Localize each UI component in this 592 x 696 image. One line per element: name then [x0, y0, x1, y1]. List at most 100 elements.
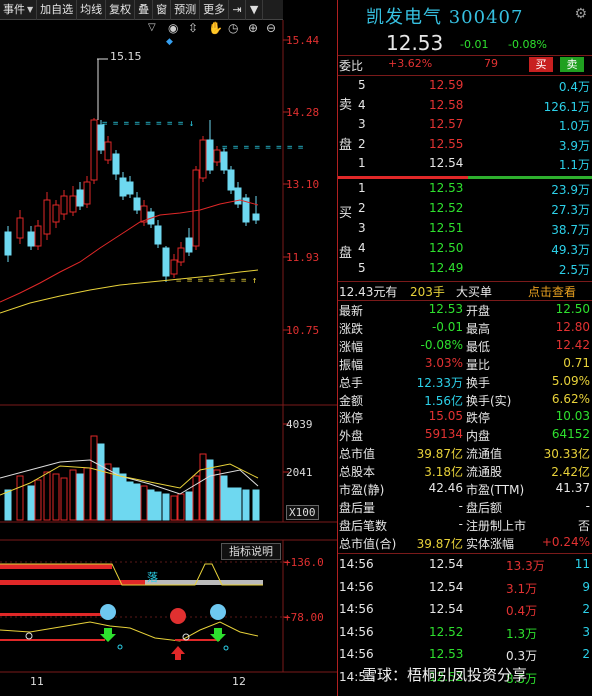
- tick-time: 14:56: [339, 624, 374, 639]
- price-axis-label: 13.10: [286, 178, 320, 191]
- indicator-help-button[interactable]: 指标说明: [221, 543, 281, 560]
- stat-row[interactable]: 盘后笔数 - 注册制上市 否: [338, 517, 592, 534]
- eye-icon[interactable]: ◉: [168, 21, 178, 35]
- sell-order-row[interactable]: 2 12.55 3.9万: [338, 137, 592, 154]
- tick-row[interactable]: 14:56 12.54 13.3万 11: [338, 557, 592, 574]
- chart-toolbar: 事件 ▼ 加自选 均线 复权 叠 窗 预测 更多 ⇥ ▼: [0, 0, 283, 20]
- volume-bar: [133, 483, 141, 521]
- volume-bar: [242, 489, 250, 521]
- stat-label: 跌停: [466, 411, 491, 426]
- big-order-text: 大买单: [456, 285, 493, 299]
- sell-button[interactable]: 卖: [560, 57, 584, 72]
- stat-label: 涨幅: [339, 339, 364, 354]
- price-change-pct: -0.08%: [508, 38, 547, 51]
- stat-row[interactable]: 总市值 39.87亿 流通值 30.33亿: [338, 445, 592, 462]
- sell-order-row[interactable]: 1 12.54 1.1万: [338, 156, 592, 173]
- tick-row[interactable]: 14:56 12.52 1.3万 3: [338, 625, 592, 642]
- order-level: 2: [358, 201, 366, 215]
- toolbar-overlay[interactable]: 叠: [135, 0, 154, 20]
- gear-icon[interactable]: ⚙: [574, 6, 587, 22]
- drag-icon[interactable]: ⇳: [188, 21, 198, 35]
- stat-row[interactable]: 外盘 59134 内盘 64152: [338, 427, 592, 444]
- stat-label: 最低: [466, 339, 491, 354]
- volume-bar: [147, 489, 155, 521]
- order-volume: 38.7万: [551, 223, 590, 237]
- candle-body: [177, 247, 185, 263]
- stat-row[interactable]: 振幅 3.03% 量比 0.71: [338, 356, 592, 373]
- toolbar-ma[interactable]: 均线: [77, 0, 107, 20]
- big-order-price: 12.43元有: [339, 285, 398, 299]
- toolbar-forecast[interactable]: 预测: [171, 0, 201, 20]
- stat-row[interactable]: 涨停 15.05 跌停 10.03: [338, 409, 592, 426]
- volume-bar: [97, 443, 105, 521]
- stat-value: -: [585, 498, 590, 513]
- plus-icon[interactable]: ⊕: [248, 21, 258, 35]
- hand-icon[interactable]: ✋: [208, 21, 223, 35]
- tick-volume: 13.3万: [506, 559, 545, 573]
- big-order-link[interactable]: 点击查看: [528, 283, 576, 300]
- toolbar-window[interactable]: 窗: [153, 0, 172, 20]
- svg-text:= = = = = = = =: = = = = = = = =: [222, 143, 304, 153]
- high-price-annotation: 15.15: [110, 50, 142, 63]
- tick-row[interactable]: 14:56 12.54 3.1万 9: [338, 580, 592, 597]
- stat-value: 6.62%: [551, 391, 590, 406]
- volume-axis-label: 4039: [286, 418, 313, 431]
- toolbar-rights[interactable]: 复权: [106, 0, 136, 20]
- stat-row[interactable]: 金额 1.56亿 换手(实) 6.62%: [338, 392, 592, 409]
- candle-body: [119, 177, 127, 197]
- minus-icon[interactable]: ⊖: [266, 21, 276, 35]
- stat-row[interactable]: 最新 12.53 开盘 12.50: [338, 302, 592, 319]
- order-volume: 126.1万: [543, 99, 590, 114]
- bubble-red-icon: [170, 608, 186, 624]
- buy-order-row[interactable]: 4 12.50 49.3万: [338, 241, 592, 258]
- volume-unit-button[interactable]: X100: [286, 505, 319, 520]
- volume-bar: [154, 491, 162, 521]
- order-volume: 3.9万: [558, 138, 590, 153]
- stat-label: 总手: [339, 375, 364, 390]
- stat-value: 12.50: [555, 302, 590, 316]
- sell-order-row[interactable]: 3 12.57 1.0万: [338, 117, 592, 134]
- price-row: 12.53 -0.01 -0.08%: [338, 30, 592, 56]
- stat-row[interactable]: 市盈(静) 42.46 市盈(TTM) 41.37: [338, 481, 592, 498]
- volume-bar: [76, 473, 84, 521]
- kline-chart-area[interactable]: = = = = = = = = ↓ = = = = = = = = = = = …: [0, 0, 337, 696]
- buy-order-row[interactable]: 5 12.49 2.5万: [338, 261, 592, 278]
- indicator-axis-label: +78.00: [284, 611, 324, 624]
- sell-order-row[interactable]: 5 12.59 0.4万: [338, 78, 592, 95]
- exit-icon[interactable]: ⇥: [229, 0, 247, 20]
- dropdown-icon[interactable]: ▼: [246, 0, 264, 20]
- buy-order-row[interactable]: 3 12.51 38.7万: [338, 221, 592, 238]
- buy-order-row[interactable]: 2 12.52 27.3万: [338, 201, 592, 218]
- stat-row[interactable]: 总股本 3.18亿 流通股 2.42亿: [338, 463, 592, 480]
- stat-row[interactable]: 总市值(合) 39.87亿 实体涨幅 +0.24%: [338, 535, 592, 552]
- buy-button[interactable]: 买: [529, 57, 553, 72]
- toolbar-more[interactable]: 更多: [200, 0, 230, 20]
- tick-row[interactable]: 14:56 12.53 0.3万 2: [338, 647, 592, 664]
- stat-row[interactable]: 盘后量 - 盘后额 -: [338, 499, 592, 516]
- stat-label: 换手(实): [466, 393, 512, 408]
- clock-icon[interactable]: ◷: [228, 21, 238, 35]
- stat-value: 41.37: [555, 481, 590, 495]
- tick-count: 11: [574, 557, 590, 571]
- candle-body: [199, 139, 207, 179]
- up-arrow-icon: [171, 646, 185, 660]
- stat-row[interactable]: 总手 12.33万 换手 5.09%: [338, 374, 592, 391]
- candle-body: [52, 204, 60, 223]
- tick-row[interactable]: 14:56 12.54 0.4万 2: [338, 602, 592, 619]
- chevron-down-icon[interactable]: ▽: [148, 22, 156, 33]
- price-axis-label: 11.93: [286, 251, 320, 264]
- toolbar-event[interactable]: 事件 ▼: [0, 0, 38, 20]
- order-volume: 27.3万: [551, 203, 590, 217]
- stat-row[interactable]: 涨跌 -0.01 最高 12.80: [338, 320, 592, 337]
- tick-count: 2: [582, 602, 590, 616]
- stat-row[interactable]: 涨幅 -0.08% 最低 12.42: [338, 338, 592, 355]
- stat-label: 流通值: [466, 447, 503, 462]
- order-price: 12.53: [429, 181, 464, 195]
- stat-label: 盘后笔数: [339, 518, 388, 533]
- buy-order-row[interactable]: 1 12.53 23.9万: [338, 181, 592, 198]
- order-price: 12.55: [429, 136, 464, 151]
- order-price: 12.54: [429, 156, 464, 170]
- toolbar-add-favorite[interactable]: 加自选: [37, 0, 78, 20]
- order-price: 12.51: [429, 221, 464, 235]
- sell-order-row[interactable]: 4 12.58 126.1万: [338, 98, 592, 115]
